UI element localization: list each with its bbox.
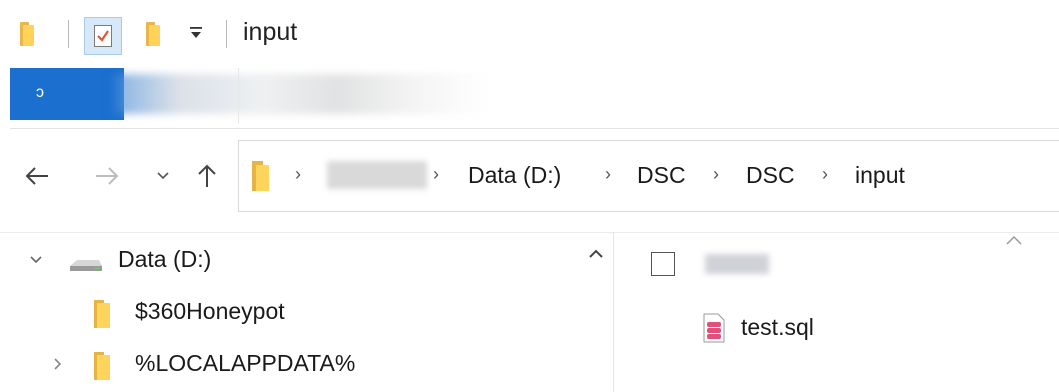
breadcrumb-separator: › — [433, 164, 439, 184]
breadcrumb-item[interactable]: DSC — [637, 162, 686, 189]
ribbon: ɔ — [0, 68, 1059, 124]
properties-button[interactable] — [84, 17, 122, 55]
breadcrumb-item[interactable]: Data (D:) — [468, 162, 561, 189]
up-arrow-icon — [198, 164, 216, 187]
chevron-right-icon[interactable] — [50, 356, 66, 372]
select-all-checkbox[interactable] — [651, 252, 675, 276]
toolbar-separator — [226, 20, 227, 48]
recent-locations-button[interactable] — [146, 158, 180, 194]
ribbon-tabs-redacted — [110, 74, 490, 114]
file-tab[interactable]: ɔ — [10, 68, 124, 120]
breadcrumb-item[interactable]: DSC — [746, 162, 795, 189]
folder-icon — [20, 22, 34, 46]
tree-item-label: Data (D:) — [118, 246, 212, 272]
sql-file-icon — [703, 313, 725, 343]
tree-item-label: $360Honeypot — [135, 298, 285, 324]
file-list — [614, 233, 1059, 392]
tree-item-label: %LOCALAPPDATA% — [135, 350, 356, 376]
window-title: input — [243, 18, 298, 46]
scroll-up-arrow-icon[interactable] — [588, 248, 604, 260]
title-bar: input — [0, 0, 1059, 70]
tree-item-data-drive[interactable]: Data (D:) — [0, 238, 613, 284]
dropdown-arrow-icon — [190, 27, 202, 38]
ribbon-border — [10, 128, 1059, 129]
customize-toolbar-button[interactable] — [189, 26, 203, 40]
back-button[interactable] — [20, 158, 54, 194]
breadcrumb-separator: › — [295, 164, 301, 184]
folder-icon — [94, 352, 110, 380]
tree-item-localappdata[interactable]: %LOCALAPPDATA% — [0, 342, 613, 388]
address-bar[interactable]: › › Data (D:) › DSC › DSC › input — [238, 140, 1059, 212]
tree-item-360honeypot[interactable]: $360Honeypot — [0, 290, 613, 336]
column-header-redacted — [705, 254, 769, 274]
checkmark-document-icon — [94, 25, 112, 47]
ribbon-divider — [238, 68, 239, 124]
file-item-name[interactable]: test.sql — [741, 314, 814, 341]
folder-icon — [252, 161, 269, 191]
up-button[interactable] — [190, 158, 224, 194]
new-folder-button[interactable] — [146, 22, 160, 46]
navigation-bar: › › Data (D:) › DSC › DSC › input — [0, 140, 1059, 216]
breadcrumb-redacted — [327, 161, 427, 189]
chevron-down-icon — [157, 172, 169, 180]
chevron-down-icon[interactable] — [28, 252, 44, 268]
breadcrumb-separator: › — [605, 164, 611, 184]
breadcrumb-item[interactable]: input — [855, 162, 905, 189]
breadcrumb-separator: › — [822, 164, 828, 184]
forward-arrow-icon — [96, 167, 119, 185]
forward-button[interactable] — [90, 158, 124, 194]
breadcrumb-separator: › — [713, 164, 719, 184]
navigation-pane: Data (D:) $360Honeypot %LOCALAPPDATA% — [0, 232, 613, 392]
folder-icon — [94, 300, 110, 328]
back-arrow-icon — [25, 167, 48, 185]
scroll-up-arrow-icon[interactable] — [1004, 234, 1024, 246]
drive-icon — [70, 260, 102, 271]
toolbar-separator — [68, 20, 69, 48]
